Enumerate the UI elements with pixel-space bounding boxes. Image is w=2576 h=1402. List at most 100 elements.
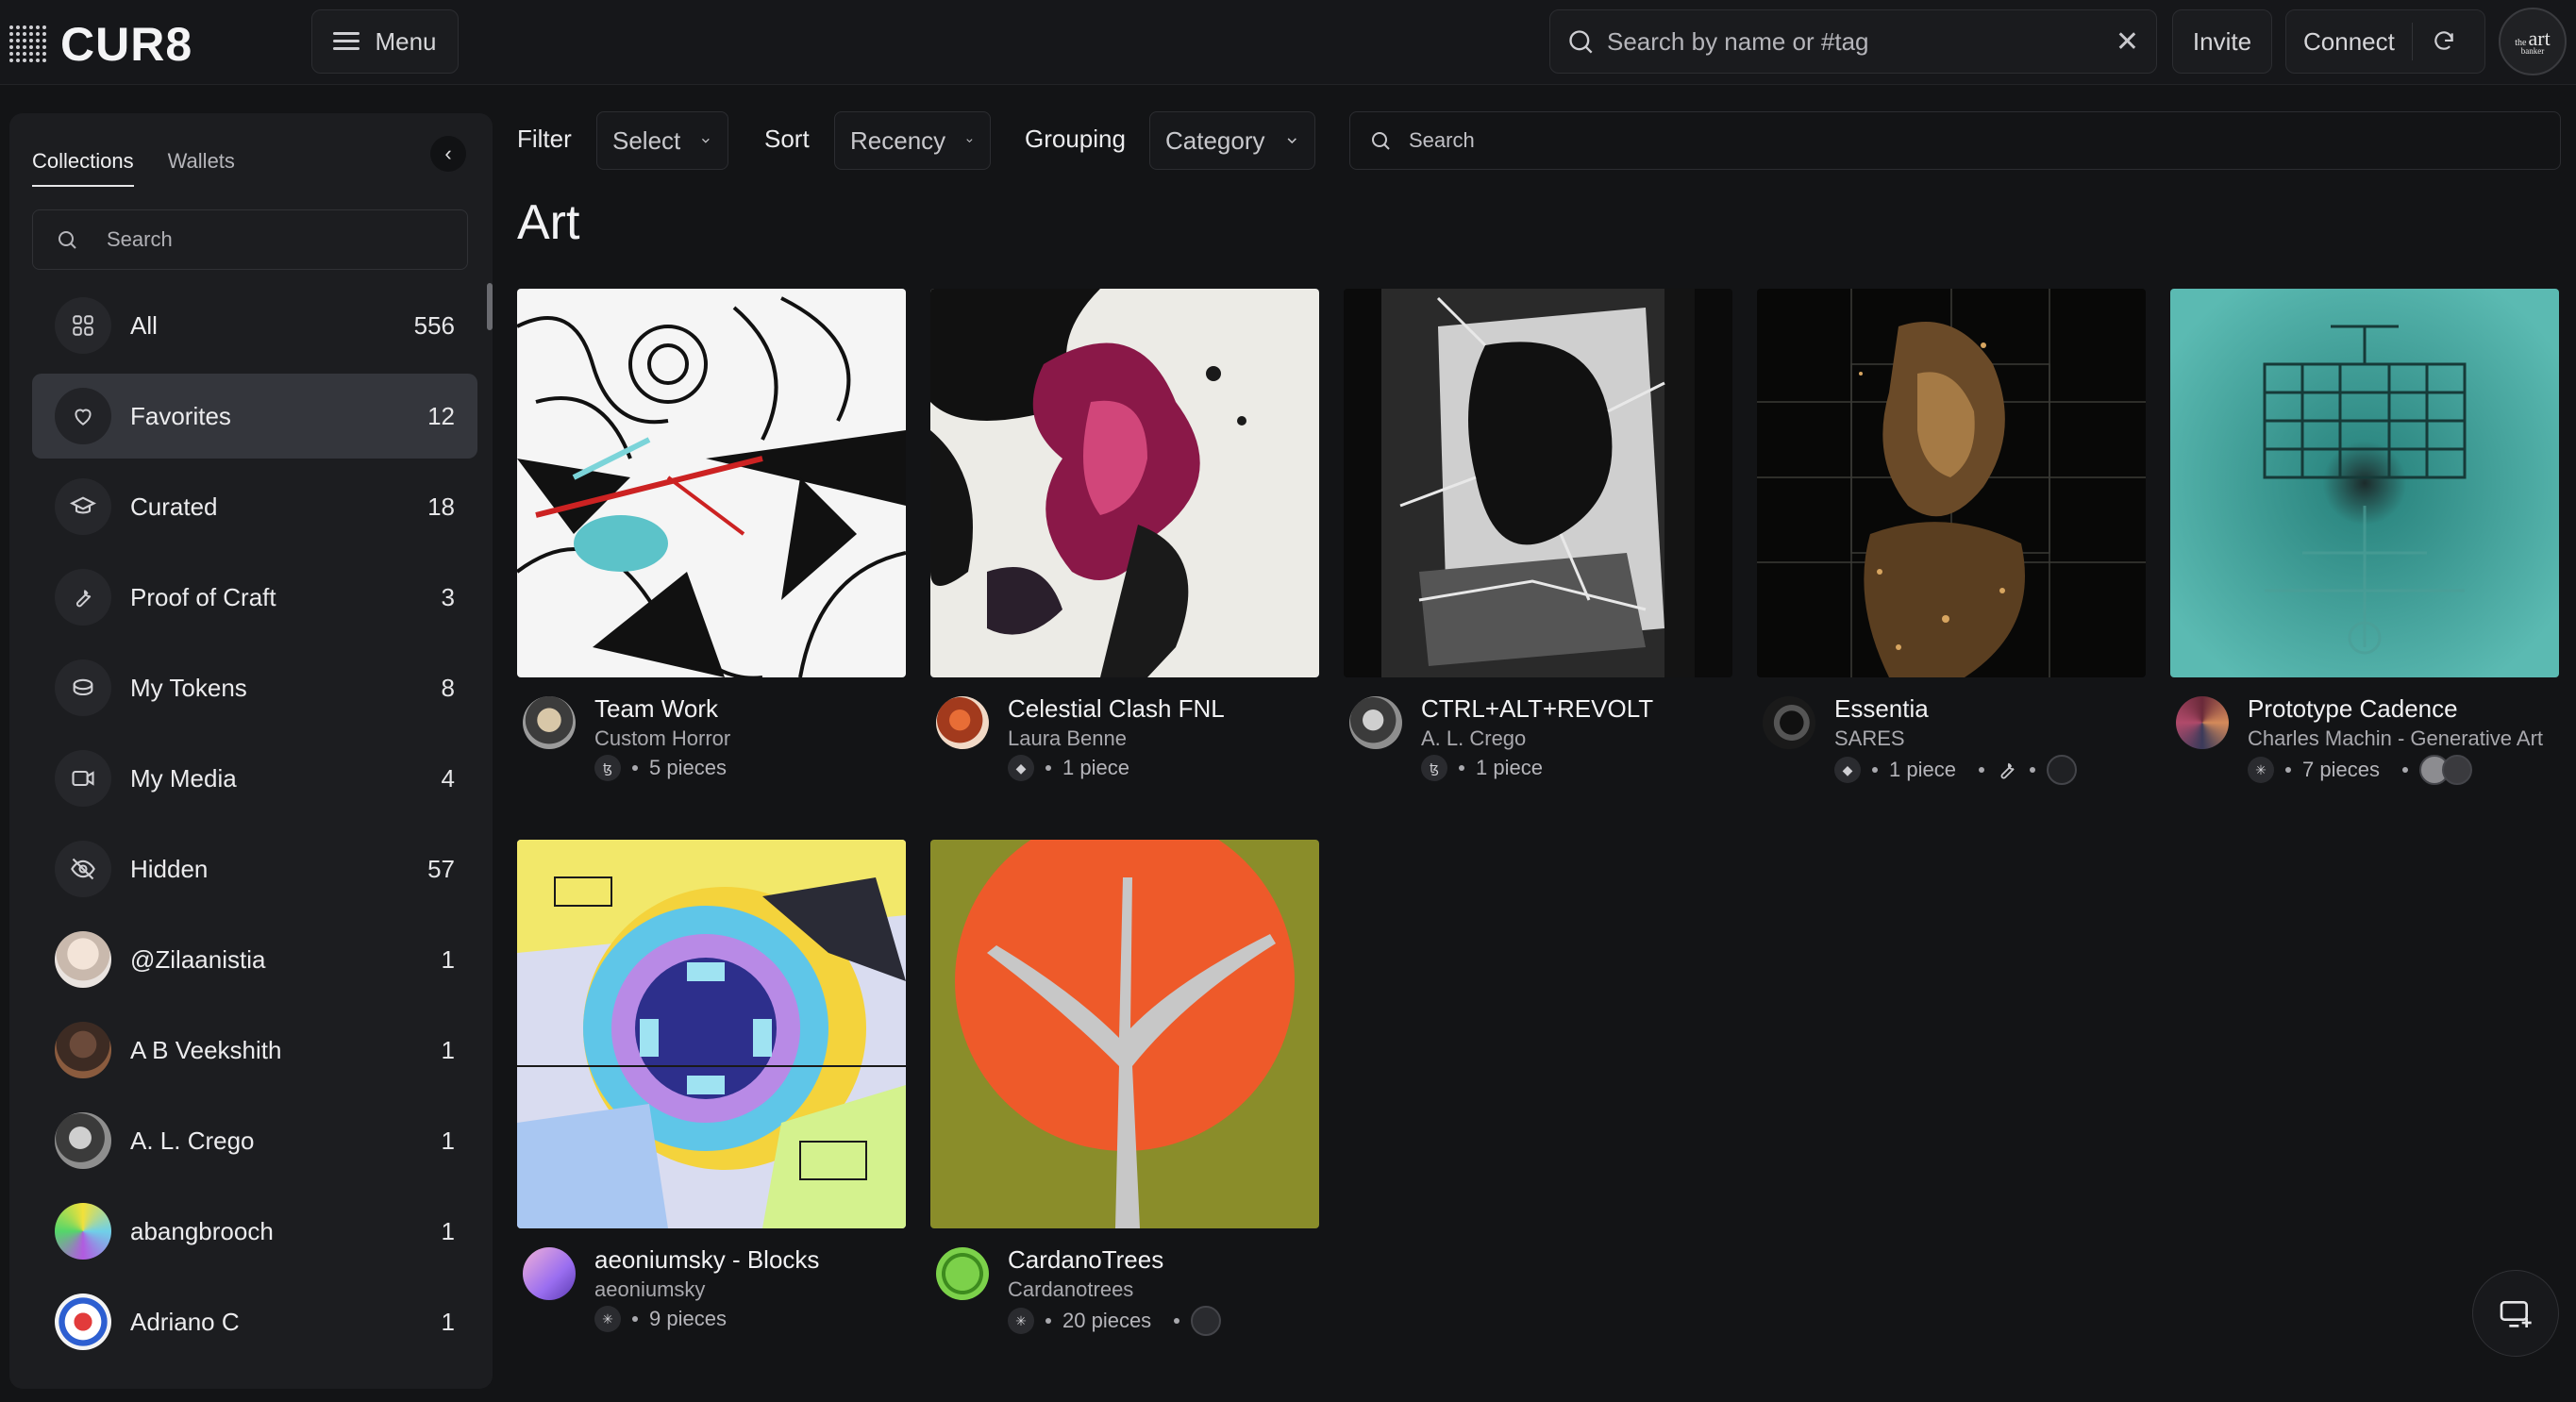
tab-collections[interactable]: Collections: [32, 149, 134, 187]
sidebar-item-hidden[interactable]: Hidden 57: [32, 826, 477, 911]
logo-text: CUR8: [60, 18, 193, 71]
artwork-image[interactable]: [930, 840, 1319, 1228]
sidebar-item-adriano-c[interactable]: Adriano C 1: [32, 1279, 477, 1364]
grouping-select[interactable]: Category: [1149, 111, 1315, 170]
chevron-down-icon: [966, 139, 973, 143]
graduation-cap-icon: [55, 478, 111, 535]
creator-avatar[interactable]: [1349, 696, 1402, 749]
menu-button[interactable]: Menu: [311, 9, 459, 74]
collapse-sidebar-button[interactable]: ‹: [430, 136, 466, 172]
connect-group: Connect: [2285, 9, 2485, 74]
curator-badge-icon[interactable]: [1191, 1306, 1222, 1336]
card-creator[interactable]: Charles Machin - Generative Art: [2248, 726, 2543, 751]
ethereum-icon: ◆: [1008, 755, 1034, 781]
card-meta: ꜩ 1 piece: [1421, 755, 1543, 781]
global-search-input[interactable]: [1607, 26, 2102, 57]
sidebar-item-label: Favorites: [130, 401, 231, 430]
creator-avatar[interactable]: [1763, 696, 1815, 749]
sidebar-item-curated[interactable]: Curated 18: [32, 464, 477, 549]
filter-select[interactable]: Select: [596, 111, 728, 170]
card-title[interactable]: aeoniumsky - Blocks: [594, 1245, 819, 1275]
grid-icon: [55, 297, 111, 354]
logo[interactable]: CUR8: [9, 17, 192, 72]
card-title[interactable]: Prototype Cadence: [2248, 694, 2458, 724]
refresh-icon[interactable]: [2432, 29, 2456, 54]
artwork-image[interactable]: [517, 840, 906, 1228]
artwork-image[interactable]: [930, 289, 1319, 677]
artwork-image[interactable]: [2170, 289, 2559, 677]
tezos-icon: ꜩ: [1421, 755, 1447, 781]
card-title[interactable]: CTRL+ALT+REVOLT: [1421, 694, 1653, 724]
search-icon: [59, 231, 76, 249]
curator-badge-icon[interactable]: [2046, 755, 2077, 785]
collection-card[interactable]: Celestial Clash FNL Laura Benne ◆ 1 piec…: [930, 289, 1319, 791]
sidebar-scrollbar[interactable]: [487, 283, 493, 330]
card-creator[interactable]: Cardanotrees: [1008, 1277, 1133, 1302]
sidebar-item-count: 18: [427, 492, 455, 521]
profile-avatar[interactable]: the art banker: [2499, 8, 2567, 75]
card-creator[interactable]: Custom Horror: [594, 726, 730, 751]
sidebar-item-count: 3: [441, 582, 455, 611]
collection-card[interactable]: CardanoTrees Cardanotrees ✳ 20 pieces: [930, 840, 1319, 1342]
sidebar-search[interactable]: [32, 209, 468, 270]
sort-select[interactable]: Recency: [834, 111, 991, 170]
global-search[interactable]: ✕: [1549, 9, 2157, 74]
invite-button[interactable]: Invite: [2172, 9, 2272, 74]
artwork-image[interactable]: [1757, 289, 2146, 677]
piece-count: 1 piece: [1062, 756, 1129, 779]
creator-avatar[interactable]: [523, 696, 576, 749]
separator-dot: [1872, 767, 1878, 773]
creator-avatar[interactable]: [936, 1247, 989, 1300]
card-title[interactable]: Celestial Clash FNL: [1008, 694, 1225, 724]
sidebar-item-zilaanistia[interactable]: @Zilaanistia 1: [32, 917, 477, 1002]
collection-search[interactable]: [1349, 111, 2561, 170]
sidebar-item-my-tokens[interactable]: My Tokens 8: [32, 645, 477, 730]
sidebar-item-label: Hidden: [130, 854, 209, 883]
sidebar-item-all[interactable]: All 556: [32, 283, 477, 368]
card-title[interactable]: Team Work: [594, 694, 718, 724]
collection-search-input[interactable]: [1409, 128, 2541, 153]
connect-button[interactable]: Connect: [2286, 27, 2412, 57]
sidebar-item-proof-of-craft[interactable]: Proof of Craft 3: [32, 555, 477, 640]
sidebar-item-label: abangbrooch: [130, 1216, 274, 1245]
card-creator[interactable]: SARES: [1834, 726, 1905, 751]
card-title[interactable]: CardanoTrees: [1008, 1245, 1163, 1275]
collection-card[interactable]: Prototype Cadence Charles Machin - Gener…: [2170, 289, 2559, 791]
curator-badge-icon[interactable]: [2441, 755, 2472, 785]
sidebar-item-count: 1: [441, 1126, 455, 1155]
sidebar-item-favorites[interactable]: Favorites 12: [32, 374, 477, 459]
sidebar-item-abangbrooch[interactable]: abangbrooch 1: [32, 1189, 477, 1274]
artwork-image[interactable]: [517, 289, 906, 677]
piece-count: 20 pieces: [1062, 1309, 1152, 1332]
add-to-display-button[interactable]: [2472, 1270, 2559, 1357]
collection-card[interactable]: aeoniumsky - Blocks aeoniumsky ✳ 9 piece…: [517, 840, 906, 1342]
separator-dot: [1045, 1318, 1051, 1324]
sidebar-item-count: 1: [441, 1216, 455, 1245]
tab-wallets[interactable]: Wallets: [168, 149, 235, 187]
creator-avatar[interactable]: [936, 696, 989, 749]
sidebar-item-my-media[interactable]: My Media 4: [32, 736, 477, 821]
sidebar-item-a-l-crego[interactable]: A. L. Crego 1: [32, 1098, 477, 1183]
separator-dot: [632, 1316, 638, 1322]
clear-search-icon[interactable]: ✕: [2116, 25, 2139, 58]
card-creator[interactable]: A. L. Crego: [1421, 726, 1526, 751]
logo-dots-icon: [9, 25, 47, 63]
collection-card[interactable]: CTRL+ALT+REVOLT A. L. Crego ꜩ 1 piece: [1344, 289, 1732, 791]
card-creator[interactable]: Laura Benne: [1008, 726, 1127, 751]
sidebar-item-a-b-veekshith[interactable]: A B Veekshith 1: [32, 1008, 477, 1093]
sidebar-search-input[interactable]: [107, 227, 444, 252]
separator-dot: [632, 765, 638, 771]
card-title[interactable]: Essentia: [1834, 694, 1929, 724]
piece-count: 5 pieces: [649, 756, 727, 779]
collection-card[interactable]: Essentia SARES ◆ 1 piece: [1757, 289, 2146, 791]
sidebar-item-count: 1: [441, 1035, 455, 1064]
card-creator[interactable]: aeoniumsky: [594, 1277, 705, 1302]
avatar: [55, 931, 111, 988]
sidebar-item-count: 1: [441, 944, 455, 974]
creator-avatar[interactable]: [523, 1247, 576, 1300]
chevron-down-icon: [1287, 138, 1296, 144]
artwork-image[interactable]: [1344, 289, 1732, 677]
collection-card[interactable]: Team Work Custom Horror ꜩ 5 pieces: [517, 289, 906, 791]
avatar: [55, 1203, 111, 1260]
creator-avatar[interactable]: [2176, 696, 2229, 749]
